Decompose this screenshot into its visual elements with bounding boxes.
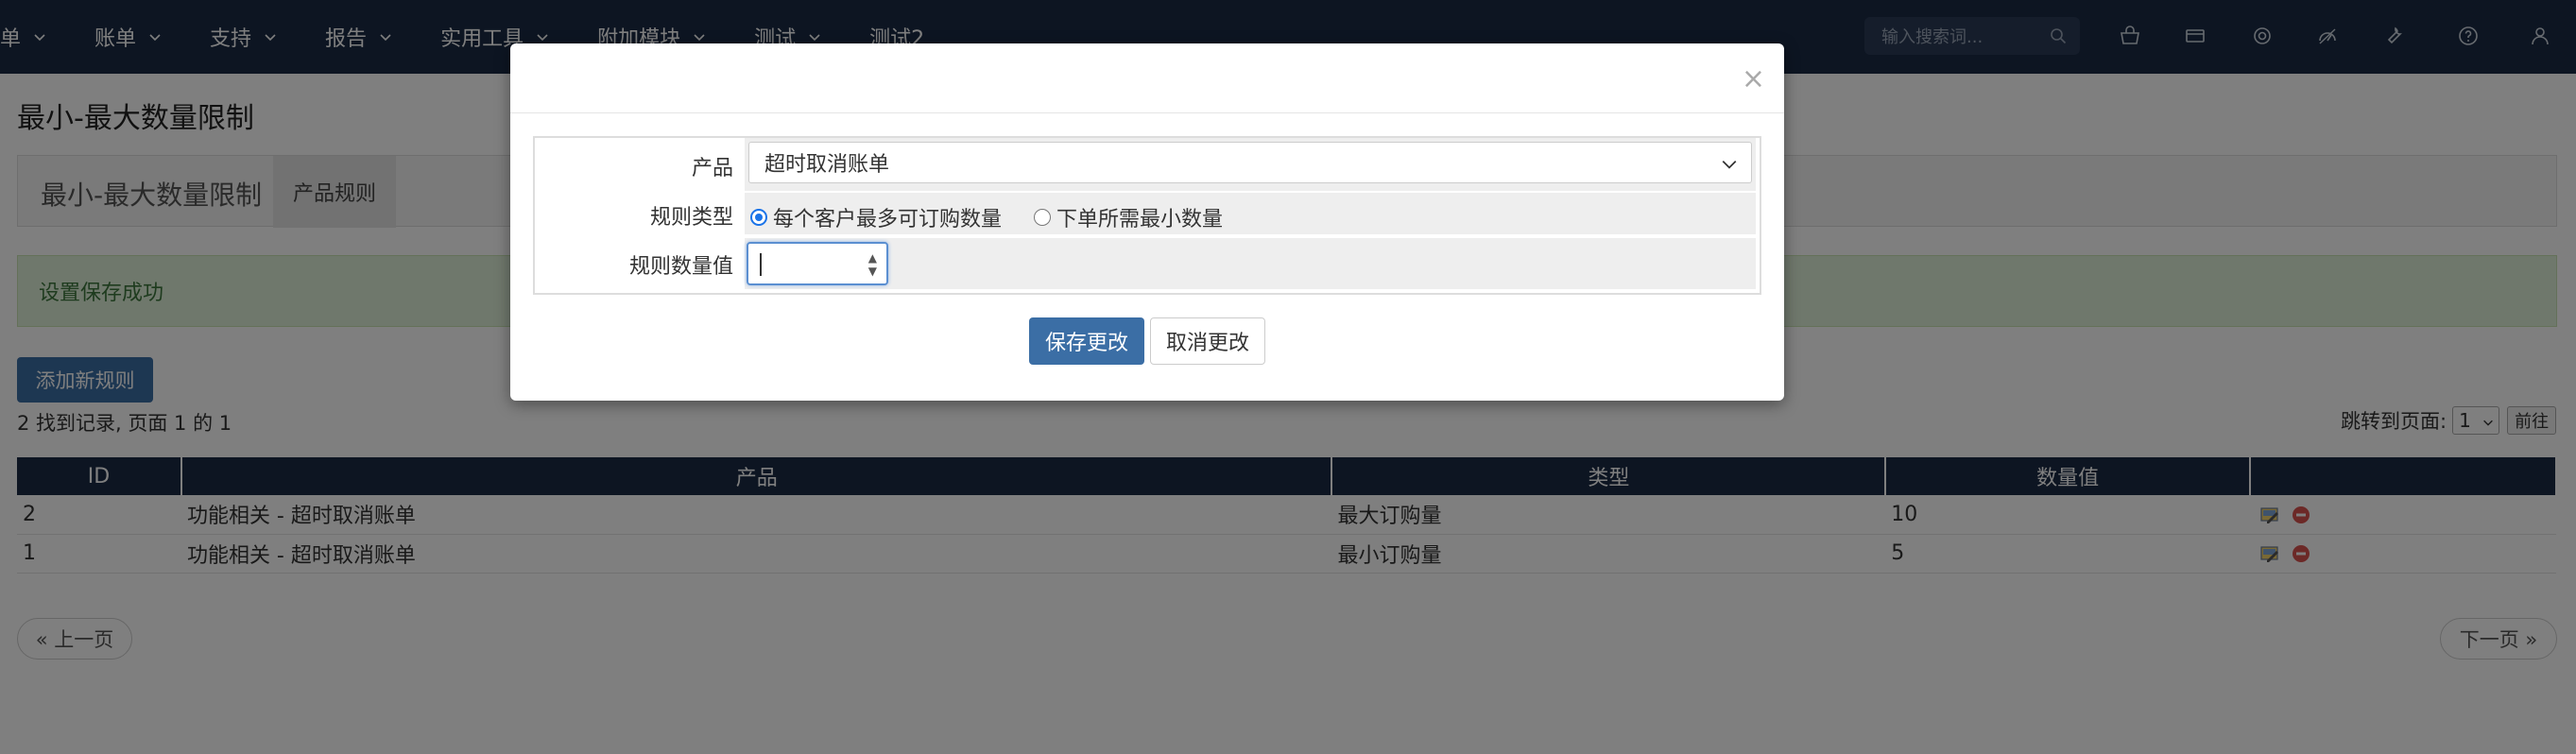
product-cell: 超时取消账单 [745,138,1756,191]
radio-min-required[interactable]: 下单所需最小数量 [1034,202,1223,232]
text-caret [760,253,762,276]
radio-unchecked-icon [1034,209,1051,226]
number-spinner[interactable]: ▲ ▼ [868,251,877,278]
form-row-rule-type: 规则类型 每个客户最多可订购数量 下单所需最小数量 [535,191,1760,236]
save-changes-button[interactable]: 保存更改 [1029,317,1144,365]
rule-value-cell: ▲ ▼ [745,238,1756,289]
close-icon[interactable]: × [1742,62,1765,95]
product-label: 产品 [691,157,733,180]
rule-type-cell: 每个客户最多可订购数量 下单所需最小数量 [745,193,1756,234]
product-select[interactable]: 超时取消账单 [748,142,1752,183]
radio-max-per-client[interactable]: 每个客户最多可订购数量 [750,202,1002,232]
rule-value-input[interactable]: ▲ ▼ [747,242,888,285]
radio-checked-icon [750,209,767,226]
rule-form: 产品 超时取消账单 规则类型 每个客户最多可订购数量 下单所需最小数量 规则数量… [533,136,1761,295]
chevron-down-icon [1722,160,1737,169]
edit-rule-modal: × 产品 超时取消账单 规则类型 每个客户最多可订购数量 下单所需最小数量 规则… [510,43,1784,401]
product-select-value: 超时取消账单 [764,153,890,177]
radio-label: 下单所需最小数量 [1056,208,1224,231]
form-row-product: 产品 超时取消账单 [535,138,1760,191]
radio-label: 每个客户最多可订购数量 [773,208,1003,231]
modal-header: × [510,43,1784,113]
rule-type-label: 规则类型 [649,206,733,230]
form-row-rule-value: 规则数量值 ▲ ▼ [535,236,1760,293]
cancel-changes-button[interactable]: 取消更改 [1150,317,1265,365]
rule-value-label: 规则数量值 [628,255,733,279]
